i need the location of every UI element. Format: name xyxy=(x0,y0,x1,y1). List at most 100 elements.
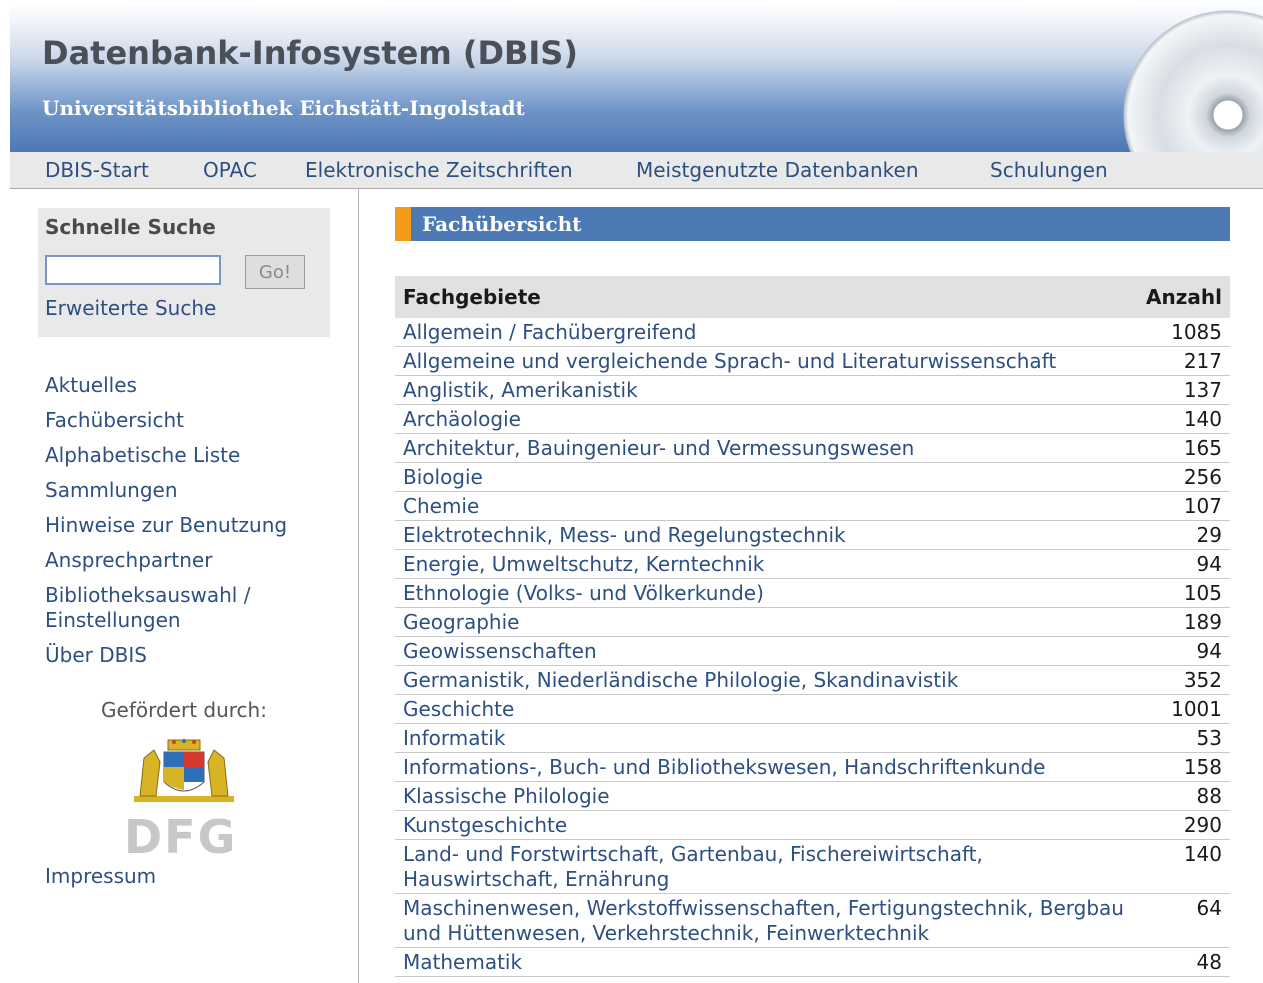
column-header-subjects: Fachgebiete xyxy=(395,276,1134,318)
table-row: Informations-, Buch- und Bibliothekswese… xyxy=(395,752,1230,782)
subject-count: 217 xyxy=(1134,346,1230,376)
search-input[interactable] xyxy=(45,255,221,285)
table-row: Kunstgeschichte 290 xyxy=(395,810,1230,840)
subject-link[interactable]: Informatik xyxy=(395,723,1134,753)
section-header: Fachübersicht xyxy=(395,207,1230,241)
sidebar-item-sammlungen[interactable]: Sammlungen xyxy=(45,478,345,503)
table-row: Archäologie 140 xyxy=(395,404,1230,434)
nav-meistgenutzte-datenbanken[interactable]: Meistgenutzte Datenbanken xyxy=(636,158,919,182)
subject-link[interactable]: Informations-, Buch- und Bibliothekswese… xyxy=(395,752,1134,782)
subject-link[interactable]: Land- und Forstwirtschaft, Gartenbau, Fi… xyxy=(395,839,1134,894)
subject-count: 94 xyxy=(1134,636,1230,666)
site-header: Datenbank-Infosystem (DBIS) Universitäts… xyxy=(10,0,1263,152)
subject-count: 256 xyxy=(1134,462,1230,492)
site-subtitle: Universitätsbibliothek Eichstätt-Ingolst… xyxy=(42,96,525,120)
subject-count: 107 xyxy=(1134,491,1230,521)
table-row: Ethnologie (Volks- und Völkerkunde) 105 xyxy=(395,578,1230,608)
subject-count: 158 xyxy=(1134,752,1230,782)
subject-link[interactable]: Mathematik xyxy=(395,947,1134,977)
page-title: Fachübersicht xyxy=(422,212,582,236)
column-divider xyxy=(358,189,359,983)
table-row: Biologie 256 xyxy=(395,462,1230,492)
dfg-logo: DFG xyxy=(124,810,238,864)
subject-link[interactable]: Klassische Philologie xyxy=(395,781,1134,811)
subject-count: 1085 xyxy=(1134,318,1230,347)
sidebar-item-hinweise[interactable]: Hinweise zur Benutzung xyxy=(45,513,345,538)
table-row: Geschichte 1001 xyxy=(395,694,1230,724)
subject-link[interactable]: Architektur, Bauingenieur- und Vermessun… xyxy=(395,433,1134,463)
subject-link[interactable]: Biologie xyxy=(395,462,1134,492)
sidebar-menu: Aktuelles Fachübersicht Alphabetische Li… xyxy=(45,373,345,678)
sidebar-item-ueber-dbis[interactable]: Über DBIS xyxy=(45,643,345,668)
nav-schulungen[interactable]: Schulungen xyxy=(990,158,1108,182)
subject-count: 352 xyxy=(1134,665,1230,695)
table-row: Chemie 107 xyxy=(395,491,1230,521)
subject-link[interactable]: Allgemein / Fachübergreifend xyxy=(395,318,1134,347)
subject-link[interactable]: Geowissenschaften xyxy=(395,636,1134,666)
table-row: Maschinenwesen, Werkstoffwissenschaften,… xyxy=(395,893,1230,948)
table-row: Architektur, Bauingenieur- und Vermessun… xyxy=(395,433,1230,463)
subject-count: 290 xyxy=(1134,810,1230,840)
sidebar-item-aktuelles[interactable]: Aktuelles xyxy=(45,373,345,398)
subject-link[interactable]: Geschichte xyxy=(395,694,1134,724)
table-row: Mathematik 48 xyxy=(395,947,1230,977)
column-header-count: Anzahl xyxy=(1134,276,1230,318)
table-row: Geographie 189 xyxy=(395,607,1230,637)
sidebar-item-ansprechpartner[interactable]: Ansprechpartner xyxy=(45,548,345,573)
subject-count: 189 xyxy=(1134,607,1230,637)
subject-link[interactable]: Chemie xyxy=(395,491,1134,521)
subjects-table-body: Allgemein / Fachübergreifend 1085 Allgemei… xyxy=(395,318,1230,977)
nav-dbis-start[interactable]: DBIS-Start xyxy=(45,158,149,182)
bavarian-coat-of-arms-icon xyxy=(134,739,234,802)
subject-count: 140 xyxy=(1134,404,1230,434)
funded-by-label: Gefördert durch: xyxy=(101,698,267,722)
subject-link[interactable]: Kunstgeschichte xyxy=(395,810,1134,840)
subject-count: 165 xyxy=(1134,433,1230,463)
go-button[interactable]: Go! xyxy=(245,255,305,289)
subject-count: 53 xyxy=(1134,723,1230,753)
subject-link[interactable]: Geographie xyxy=(395,607,1134,637)
table-row: Energie, Umweltschutz, Kerntechnik 94 xyxy=(395,549,1230,579)
table-header-row: Fachgebiete Anzahl xyxy=(395,276,1230,318)
subject-count: 105 xyxy=(1134,578,1230,608)
subject-count: 94 xyxy=(1134,549,1230,579)
subject-count: 29 xyxy=(1134,520,1230,550)
sidebar-item-alphabetische-liste[interactable]: Alphabetische Liste xyxy=(45,443,345,468)
quick-search-heading: Schnelle Suche xyxy=(45,215,216,239)
advanced-search-link[interactable]: Erweiterte Suche xyxy=(45,296,216,320)
subjects-table: Fachgebiete Anzahl Allgemein / Fachüberg… xyxy=(395,276,1230,977)
subject-link[interactable]: Energie, Umweltschutz, Kerntechnik xyxy=(395,549,1134,579)
table-row: Allgemein / Fachübergreifend 1085 xyxy=(395,318,1230,347)
table-row: Anglistik, Amerikanistik 137 xyxy=(395,375,1230,405)
nav-elektronische-zeitschriften[interactable]: Elektronische Zeitschriften xyxy=(305,158,573,182)
subject-count: 88 xyxy=(1134,781,1230,811)
table-row: Klassische Philologie 88 xyxy=(395,781,1230,811)
table-row: Informatik 53 xyxy=(395,723,1230,753)
table-row: Geowissenschaften 94 xyxy=(395,636,1230,666)
table-row: Elektrotechnik, Mess- und Regelungstechn… xyxy=(395,520,1230,550)
table-row: Land- und Forstwirtschaft, Gartenbau, Fi… xyxy=(395,839,1230,894)
quick-search-box: Schnelle Suche Go! Erweiterte Suche xyxy=(38,208,330,337)
site-title: Datenbank-Infosystem (DBIS) xyxy=(42,34,578,72)
nav-opac[interactable]: OPAC xyxy=(203,158,257,182)
subject-count: 1001 xyxy=(1134,694,1230,724)
section-accent xyxy=(395,207,411,241)
subject-count: 137 xyxy=(1134,375,1230,405)
sidebar-item-fachuebersicht[interactable]: Fachübersicht xyxy=(45,408,345,433)
subject-count: 64 xyxy=(1134,893,1230,948)
subject-link[interactable]: Archäologie xyxy=(395,404,1134,434)
subject-link[interactable]: Anglistik, Amerikanistik xyxy=(395,375,1134,405)
main-nav: DBIS-Start OPAC Elektronische Zeitschrif… xyxy=(10,152,1263,189)
subject-count: 140 xyxy=(1134,839,1230,894)
subject-link[interactable]: Germanistik, Niederländische Philologie,… xyxy=(395,665,1134,695)
table-row: Allgemeine und vergleichende Sprach- und… xyxy=(395,346,1230,376)
subject-link[interactable]: Elektrotechnik, Mess- und Regelungstechn… xyxy=(395,520,1134,550)
subject-count: 48 xyxy=(1134,947,1230,977)
sidebar-item-bibliotheksauswahl[interactable]: Bibliotheksauswahl / Einstellungen xyxy=(45,583,285,633)
subject-link[interactable]: Allgemeine und vergleichende Sprach- und… xyxy=(395,346,1134,376)
subject-link[interactable]: Maschinenwesen, Werkstoffwissenschaften,… xyxy=(395,893,1134,948)
cd-disc-icon xyxy=(1123,10,1263,152)
subject-link[interactable]: Ethnologie (Volks- und Völkerkunde) xyxy=(395,578,1134,608)
impressum-link[interactable]: Impressum xyxy=(45,864,156,888)
table-row: Germanistik, Niederländische Philologie,… xyxy=(395,665,1230,695)
